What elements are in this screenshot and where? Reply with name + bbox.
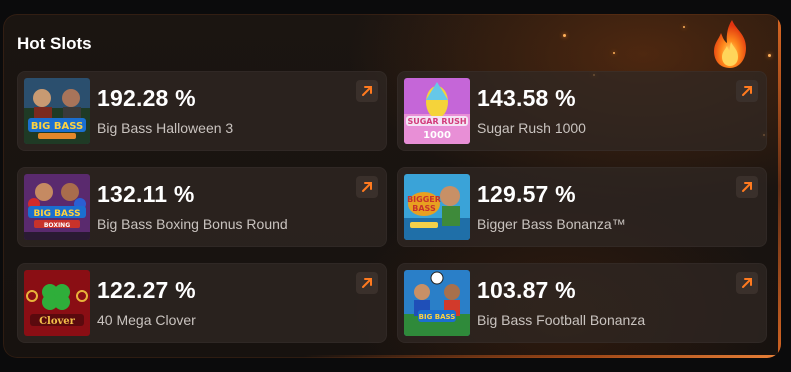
open-slot-button[interactable] [356, 272, 378, 294]
slot-name: Big Bass Boxing Bonus Round [97, 216, 288, 232]
hot-slots-panel: Hot Slots BIG BASS 192.28 % Big Bass Hal… [3, 14, 781, 358]
slot-card[interactable]: BIG BASS BOXING 132.11 % Big Bass Boxing… [17, 167, 387, 247]
slot-name: 40 Mega Clover [97, 312, 196, 328]
open-slot-button[interactable] [356, 80, 378, 102]
panel-glow-bottom [303, 355, 781, 358]
arrow-up-right-icon [362, 182, 372, 192]
open-slot-button[interactable] [736, 80, 758, 102]
rtp-percent: 143.58 % [477, 85, 576, 111]
svg-text:BASS: BASS [412, 204, 436, 213]
rtp-percent: 132.11 % [97, 181, 195, 207]
slot-card[interactable]: Clover 122.27 % 40 Mega Clover [17, 263, 387, 343]
panel-title: Hot Slots [17, 34, 92, 53]
svg-text:Clover: Clover [39, 316, 76, 327]
slot-name: Sugar Rush 1000 [477, 120, 586, 136]
rtp-percent: 122.27 % [97, 277, 196, 303]
slot-card[interactable]: SUGAR RUSH 1000 143.58 % Sugar Rush 1000 [397, 71, 767, 151]
open-slot-button[interactable] [736, 176, 758, 198]
svg-text:BIG BASS: BIG BASS [33, 209, 80, 219]
flame-icon [714, 20, 746, 68]
rtp-percent: 103.87 % [477, 277, 576, 303]
slot-name: Big Bass Halloween 3 [97, 120, 234, 136]
slot-name: Big Bass Football Bonanza [477, 312, 646, 328]
svg-text:BOXING: BOXING [44, 222, 70, 229]
slot-card[interactable]: BIG BASS 103.87 % Big Bass Football Bona… [397, 263, 767, 343]
big-bass-football-thumbnail: BIG BASS [404, 270, 470, 336]
arrow-up-right-icon [742, 182, 752, 192]
big-bass-halloween-thumbnail: BIG BASS [24, 78, 90, 144]
open-slot-button[interactable] [356, 176, 378, 198]
svg-text:SUGAR RUSH: SUGAR RUSH [407, 117, 466, 126]
arrow-up-right-icon [362, 278, 372, 288]
rtp-percent: 129.57 % [477, 181, 576, 207]
slot-card[interactable]: BIG BASS 192.28 % Big Bass Halloween 3 [17, 71, 387, 151]
rtp-percent: 192.28 % [97, 85, 196, 111]
svg-text:1000: 1000 [423, 130, 451, 141]
panel-glow-right [778, 14, 781, 358]
slot-card[interactable]: BIGGER BASS 129.57 % Bigger Bass Bonanza… [397, 167, 767, 247]
slot-name: Bigger Bass Bonanza™ [477, 216, 626, 232]
bigger-bass-bonanza-thumbnail: BIGGER BASS [404, 174, 470, 240]
open-slot-button[interactable] [736, 272, 758, 294]
spark-decoration [768, 54, 771, 57]
spark-decoration [613, 52, 615, 54]
svg-text:BIG BASS: BIG BASS [419, 313, 456, 321]
mega-clover-thumbnail: Clover [24, 270, 90, 336]
svg-text:BIGGER: BIGGER [407, 195, 441, 204]
svg-text:BIG BASS: BIG BASS [31, 121, 83, 132]
spark-decoration [683, 26, 685, 28]
spark-decoration [563, 34, 566, 37]
arrow-up-right-icon [742, 86, 752, 96]
arrow-up-right-icon [742, 278, 752, 288]
arrow-up-right-icon [362, 86, 372, 96]
big-bass-boxing-thumbnail: BIG BASS BOXING [24, 174, 90, 240]
sugar-rush-thumbnail: SUGAR RUSH 1000 [404, 78, 470, 144]
